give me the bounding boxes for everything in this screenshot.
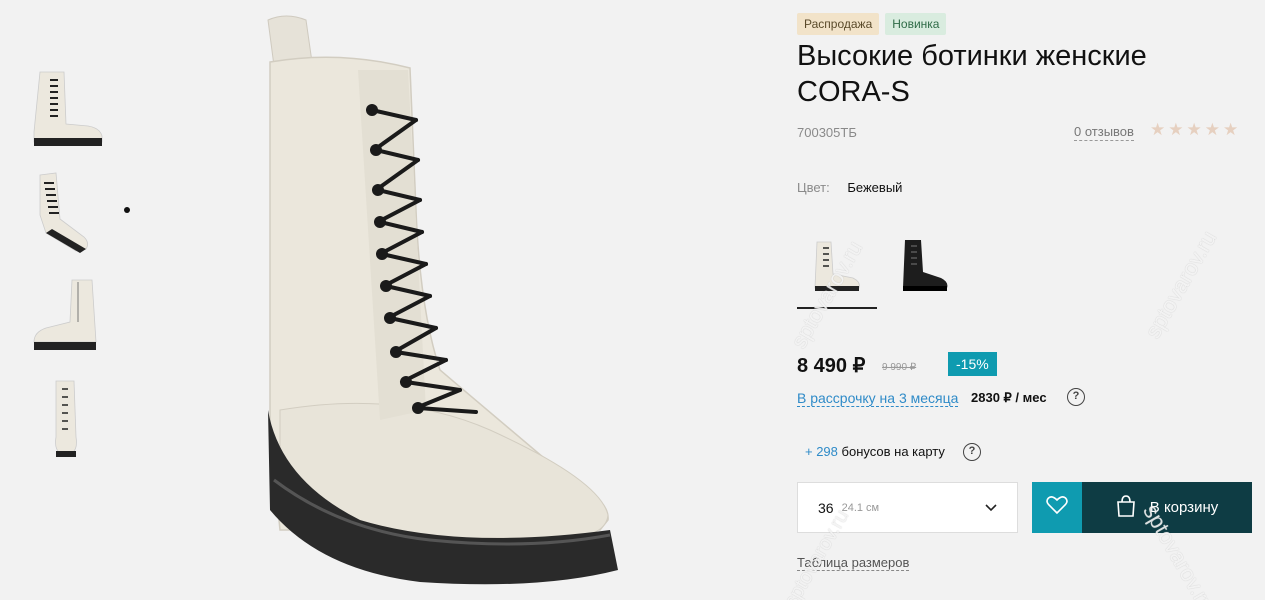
star-icon: ★ (1150, 120, 1166, 139)
thumbnail-1[interactable] (26, 62, 106, 152)
sale-badge: Распродажа (797, 13, 880, 35)
bonus-amount: + 298 (805, 444, 838, 459)
product-badges: Распродажа Новинка (797, 13, 947, 35)
size-table-link[interactable]: Таблица размеров (797, 555, 910, 571)
rating-stars: ★ ★ ★ ★ ★ (1150, 120, 1238, 140)
reviews-link[interactable]: 0 отзывов (1074, 124, 1134, 141)
product-page: Распродажа Новинка Высокие ботинки женск… (0, 0, 1265, 600)
selected-swatch-indicator (797, 307, 877, 309)
color-label: Цвет: (797, 180, 830, 195)
favorite-button[interactable] (1032, 482, 1082, 533)
thumbnail-4[interactable] (26, 377, 106, 467)
old-price: 9 990 ₽ (882, 362, 917, 373)
color-row: Цвет: Бежевый (797, 180, 902, 195)
star-icon: ★ (1186, 120, 1202, 139)
add-to-cart-label: В корзину (1149, 499, 1219, 516)
thumbnail-3[interactable] (26, 272, 106, 362)
discount-badge: -15% (948, 352, 997, 376)
installment-amount: 2830 ₽ / мес (971, 390, 1047, 405)
watermark: sptovarov.ru (1140, 226, 1222, 343)
shopping-bag-icon (1116, 494, 1136, 521)
installment-link[interactable]: В рассрочку на 3 месяца (797, 390, 959, 407)
star-icon: ★ (1168, 120, 1184, 139)
main-product-image (240, 10, 640, 600)
chevron-down-icon (985, 499, 997, 517)
new-badge: Новинка (885, 13, 947, 35)
carousel-indicator (124, 207, 130, 213)
thumbnail-2[interactable] (26, 167, 106, 257)
size-select[interactable]: 36 24.1 см (797, 482, 1018, 533)
color-swatch-black[interactable] (885, 236, 957, 298)
product-title: Высокие ботинки женские CORA-S (797, 40, 1147, 108)
size-cm: 24.1 см (841, 501, 880, 514)
installment-help-icon[interactable]: ? (1067, 388, 1085, 406)
product-sku: 700305ТБ (797, 125, 857, 140)
star-icon: ★ (1204, 120, 1220, 139)
bonus-info: + 298 бонусов на карту (805, 444, 945, 459)
heart-icon (1046, 495, 1068, 520)
bonus-help-icon[interactable]: ? (963, 443, 981, 461)
color-value: Бежевый (847, 180, 903, 195)
current-price: 8 490 ₽ (797, 355, 866, 377)
bonus-text: бонусов на карту (841, 444, 945, 459)
size-value: 36 (818, 499, 834, 516)
star-icon: ★ (1223, 120, 1239, 139)
color-swatch-beige[interactable] (801, 236, 873, 298)
add-to-cart-button[interactable]: В корзину (1082, 482, 1252, 533)
